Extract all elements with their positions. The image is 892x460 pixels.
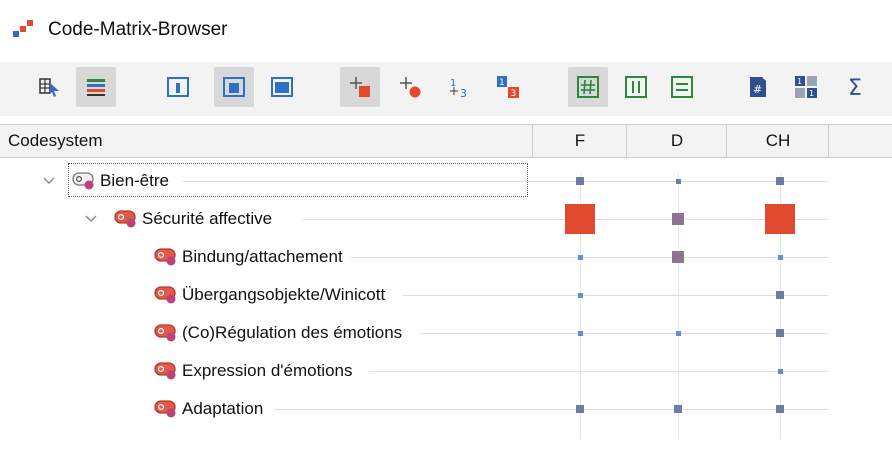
layout-small-icon (167, 77, 189, 97)
code-icon (154, 286, 176, 304)
code-label[interactable]: Bien-être (100, 162, 169, 200)
document-hash-icon: # (750, 77, 766, 97)
select-matrix-button[interactable] (30, 67, 70, 107)
rows-button[interactable] (662, 67, 702, 107)
layout-small-button[interactable] (158, 67, 198, 107)
header-column-ch[interactable]: CH (726, 125, 829, 157)
numbers-button[interactable]: 1 3 (440, 67, 480, 107)
stats-button[interactable]: 1 1 (786, 67, 826, 107)
columns-icon (625, 76, 647, 98)
matrix-cell-symbol[interactable] (776, 329, 784, 337)
header-column-f[interactable]: F (532, 125, 627, 157)
row-guide-line (351, 257, 828, 258)
matrix-cell-symbol[interactable] (776, 405, 784, 413)
matrix-cell-symbol[interactable] (577, 292, 583, 298)
row-guide-line (420, 333, 828, 334)
matrix-cell-symbol[interactable] (577, 254, 583, 260)
code-label[interactable]: (Co)Régulation des émotions (182, 314, 402, 352)
svg-text:3: 3 (460, 87, 467, 99)
matrix-cell-symbol[interactable] (577, 330, 583, 336)
code-icon (154, 248, 176, 266)
svg-text:1: 1 (499, 78, 505, 88)
table-row[interactable]: Expression d'émotions (0, 352, 892, 390)
layout-medium-icon (223, 77, 245, 97)
svg-text:1: 1 (450, 78, 456, 89)
table-row[interactable]: (Co)Régulation des émotions (0, 314, 892, 352)
table-row[interactable]: Bien-être (0, 162, 892, 200)
svg-text:3: 3 (511, 89, 517, 99)
sigma-icon: Σ (848, 76, 862, 99)
svg-text:1: 1 (809, 89, 814, 98)
table-row[interactable]: Sécurité affective (0, 200, 892, 238)
matrix-cell-symbol[interactable] (675, 178, 681, 184)
table-row[interactable]: Übergangsobjekte/Winicott (0, 276, 892, 314)
matrix-cell-symbol[interactable] (576, 405, 584, 413)
header-column-d[interactable]: D (626, 125, 727, 157)
columns-button[interactable] (616, 67, 656, 107)
table-header: Codesystem F D CH (0, 124, 892, 158)
code-label[interactable]: Adaptation (182, 390, 263, 428)
numbers-colored-button[interactable]: 1 3 (488, 67, 528, 107)
row-guide-line (274, 409, 828, 410)
grid-hash-button[interactable] (568, 67, 608, 107)
svg-text:#: # (753, 83, 762, 96)
matrix-cell-symbol[interactable] (565, 204, 595, 234)
colored-bars-icon (87, 79, 105, 96)
toolbar: 1 3 1 3 # 1 1 Σ (0, 62, 892, 116)
table-row[interactable]: Bindung/attachement (0, 238, 892, 276)
layout-large-icon (271, 77, 293, 97)
layout-medium-button[interactable] (214, 67, 254, 107)
matrix-cell-symbol[interactable] (675, 330, 681, 336)
svg-text:Σ: Σ (848, 76, 862, 99)
code-icon (114, 210, 136, 228)
symbol-circle-button[interactable] (390, 67, 430, 107)
code-icon (72, 172, 94, 190)
svg-text:1: 1 (797, 77, 802, 86)
matrix-cell-symbol[interactable] (777, 368, 783, 374)
chevron-down-icon[interactable] (42, 174, 56, 188)
layout-large-button[interactable] (262, 67, 302, 107)
matrix-cell-symbol[interactable] (765, 204, 795, 234)
matrix-cell-symbol[interactable] (576, 177, 584, 185)
stats-icon: 1 1 (795, 76, 817, 98)
header-codesystem[interactable]: Codesystem (8, 125, 102, 157)
matrix-cell-symbol[interactable] (776, 177, 784, 185)
rows-icon (671, 76, 693, 98)
symbol-square-icon (350, 77, 370, 97)
matrix-cell-symbol[interactable] (672, 213, 684, 225)
select-matrix-icon (39, 78, 59, 97)
numbers-icon: 1 3 (450, 78, 467, 99)
matrix-cell-symbol[interactable] (777, 254, 783, 260)
grid-hash-icon (577, 76, 599, 98)
chevron-down-icon[interactable] (84, 212, 98, 226)
symbol-circle-icon (400, 77, 421, 98)
code-label[interactable]: Übergangsobjekte/Winicott (182, 276, 385, 314)
colored-bars-button[interactable] (76, 67, 116, 107)
code-icon (154, 362, 176, 380)
window-title: Code-Matrix-Browser (48, 19, 228, 40)
code-icon (154, 400, 176, 418)
table-row[interactable]: Adaptation (0, 390, 892, 428)
code-icon (154, 324, 176, 342)
numbers-colored-icon: 1 3 (497, 76, 519, 99)
row-guide-line (403, 295, 828, 296)
symbol-square-button[interactable] (340, 67, 380, 107)
app-logo-icon (13, 20, 33, 37)
code-label[interactable]: Expression d'émotions (182, 352, 353, 390)
row-guide-line (368, 371, 828, 372)
document-hash-button[interactable]: # (738, 67, 778, 107)
code-label[interactable]: Bindung/attachement (182, 238, 343, 276)
matrix-cell-symbol[interactable] (672, 251, 684, 263)
title-bar: Code-Matrix-Browser (0, 0, 892, 52)
sigma-button[interactable]: Σ (836, 67, 876, 107)
matrix-cell-symbol[interactable] (674, 405, 682, 413)
code-label[interactable]: Sécurité affective (142, 200, 272, 238)
matrix-cell-symbol[interactable] (776, 291, 784, 299)
code-matrix-table: Codesystem F D CH Bien-être Sécurité affe… (0, 124, 892, 460)
header-divider (828, 125, 829, 157)
